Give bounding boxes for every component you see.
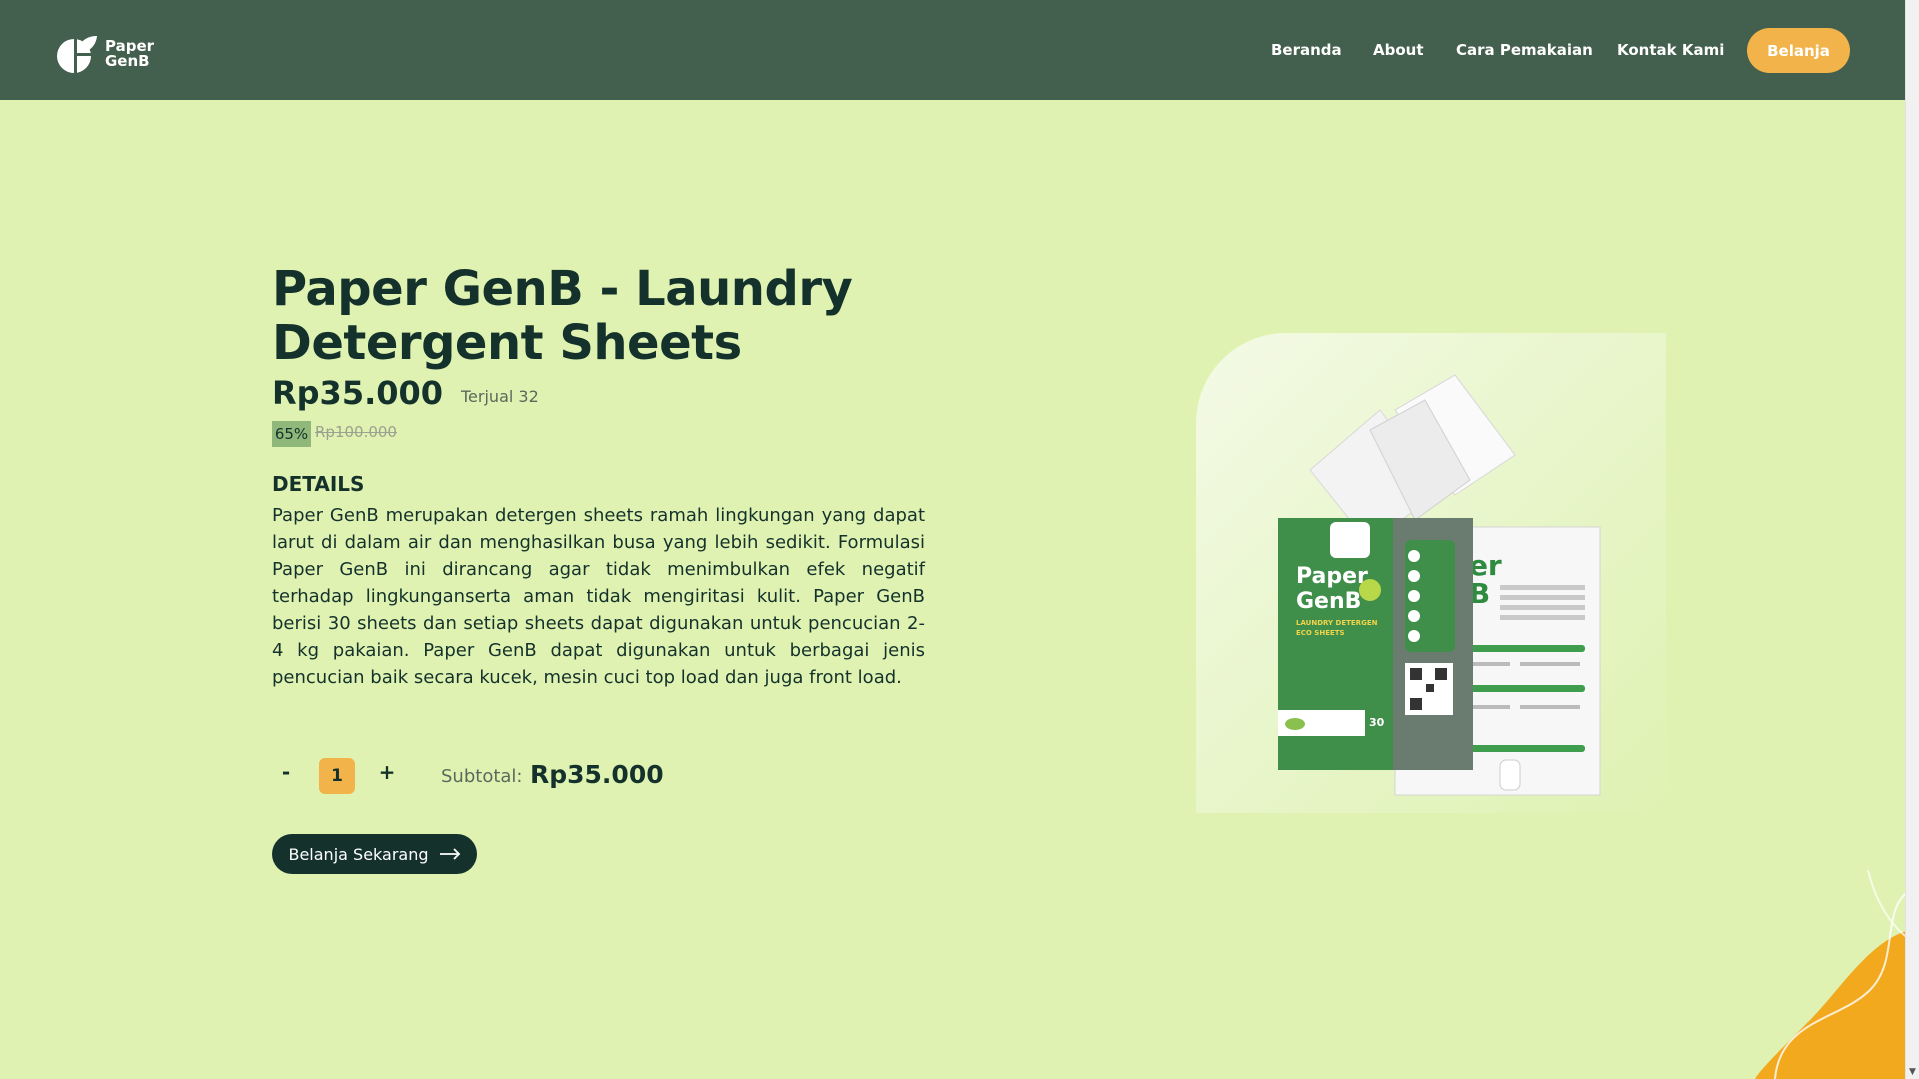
details-description: Paper GenB merupakan detergen sheets ram…: [272, 505, 925, 688]
buy-now-label: Belanja Sekarang: [288, 844, 429, 864]
nav-links: Beranda About Cara Pemakaian Kontak Kami: [0, 0, 1905, 100]
subtotal-value: Rp35.000: [530, 760, 664, 789]
quantity-value[interactable]: 1: [319, 758, 355, 794]
svg-text:ECO SHEETS: ECO SHEETS: [1296, 629, 1345, 637]
product-price: Rp35.000: [272, 374, 444, 412]
arrow-right-icon: [439, 848, 460, 860]
subtotal-label: Subtotal:: [441, 766, 523, 787]
quantity-decrease-button[interactable]: -: [272, 760, 300, 784]
top-navbar: Paper GenB Beranda About Cara Pemakaian …: [0, 0, 1905, 100]
nav-item-kontak-kami[interactable]: Kontak Kami: [1617, 41, 1724, 59]
svg-text:LAUNDRY DETERGEN: LAUNDRY DETERGEN: [1296, 619, 1378, 627]
svg-text:30: 30: [1369, 716, 1385, 729]
nav-item-cara-pemakaian[interactable]: Cara Pemakaian: [1456, 41, 1593, 59]
shop-button[interactable]: Belanja: [1747, 28, 1850, 73]
details-heading: DETAILS: [272, 472, 365, 496]
svg-text:Paper: Paper: [1296, 564, 1368, 589]
scroll-down-arrow-icon[interactable]: ▼: [1909, 1067, 1916, 1077]
nav-item-about[interactable]: About: [1373, 41, 1424, 59]
original-price: Rp100.000: [315, 423, 397, 441]
page-scrollbar[interactable]: ▼: [1905, 0, 1919, 1079]
decorative-leaf-shape: [1755, 870, 1910, 1079]
nav-item-beranda[interactable]: Beranda: [1271, 41, 1342, 59]
product-packaging-image: aper enB Paper GenB LAUNDRY DETERGEN ECO…: [1278, 374, 1601, 796]
product-title: Paper GenB - Laundry Detergent Sheets: [272, 261, 853, 371]
quantity-increase-button[interactable]: +: [373, 760, 401, 784]
sold-count: Terjual 32: [461, 387, 539, 406]
buy-now-button[interactable]: Belanja Sekarang: [272, 834, 477, 874]
svg-text:GenB: GenB: [1296, 589, 1361, 614]
discount-badge: 65%: [272, 421, 311, 447]
